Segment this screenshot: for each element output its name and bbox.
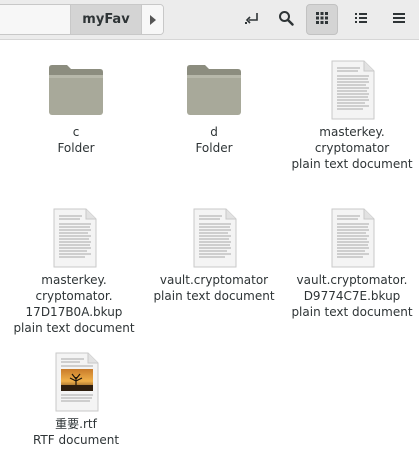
rtf-file-icon xyxy=(44,350,108,414)
file-type: plain text document xyxy=(291,157,413,171)
path-forward-button[interactable] xyxy=(141,5,163,34)
file-type: Folder xyxy=(57,141,95,155)
text-file-icon xyxy=(320,58,384,122)
file-item[interactable]: 重要.rtf RTF document xyxy=(6,350,146,448)
folder-icon xyxy=(44,58,108,122)
text-file-icon xyxy=(182,206,246,270)
grid-view-icon xyxy=(315,10,329,29)
file-name: c xyxy=(72,125,80,139)
file-type: RTF document xyxy=(32,433,120,447)
file-type: Folder xyxy=(195,141,233,155)
file-item[interactable]: d Folder xyxy=(144,58,284,156)
file-name: d xyxy=(210,125,218,139)
path-segment-label: myFav xyxy=(82,12,130,27)
chevron-right-icon xyxy=(149,10,157,29)
search-button[interactable] xyxy=(270,4,302,35)
new-folder-button[interactable] xyxy=(236,4,268,35)
file-item[interactable]: vault.cryptomator. D9774C7E.bkup plain t… xyxy=(282,206,419,320)
menu-button[interactable] xyxy=(383,4,415,35)
file-type: plain text document xyxy=(291,305,413,319)
header-bar: myFav xyxy=(0,0,419,40)
path-segment-parent[interactable] xyxy=(0,5,71,34)
file-item[interactable]: c Folder xyxy=(6,58,146,156)
file-item[interactable]: masterkey. cryptomator plain text docume… xyxy=(282,58,419,172)
list-view-icon xyxy=(354,10,368,29)
text-file-icon xyxy=(42,206,106,270)
path-bar: myFav xyxy=(0,4,164,35)
file-item[interactable]: vault.cryptomator plain text document xyxy=(144,206,284,304)
file-item[interactable]: masterkey. cryptomator. 17D17B0A.bkup pl… xyxy=(4,206,144,336)
file-name: masterkey. cryptomator xyxy=(314,125,390,155)
text-file-icon xyxy=(320,206,384,270)
search-icon xyxy=(278,10,294,30)
file-name: 重要.rtf xyxy=(55,417,97,431)
file-name: vault.cryptomator. D9774C7E.bkup xyxy=(296,273,408,303)
file-name: vault.cryptomator xyxy=(159,273,269,287)
folder-icon xyxy=(182,58,246,122)
file-type: plain text document xyxy=(13,321,135,335)
path-segment-current[interactable]: myFav xyxy=(71,5,141,34)
undo-arrow-icon xyxy=(244,10,260,30)
grid-view-button[interactable] xyxy=(306,4,338,35)
hamburger-menu-icon xyxy=(392,10,406,29)
list-view-button[interactable] xyxy=(345,4,377,35)
file-name: masterkey. cryptomator. 17D17B0A.bkup xyxy=(25,273,123,319)
file-grid: c Folder d Folder masterkey. cryptomator… xyxy=(0,40,419,472)
file-type: plain text document xyxy=(153,289,275,303)
